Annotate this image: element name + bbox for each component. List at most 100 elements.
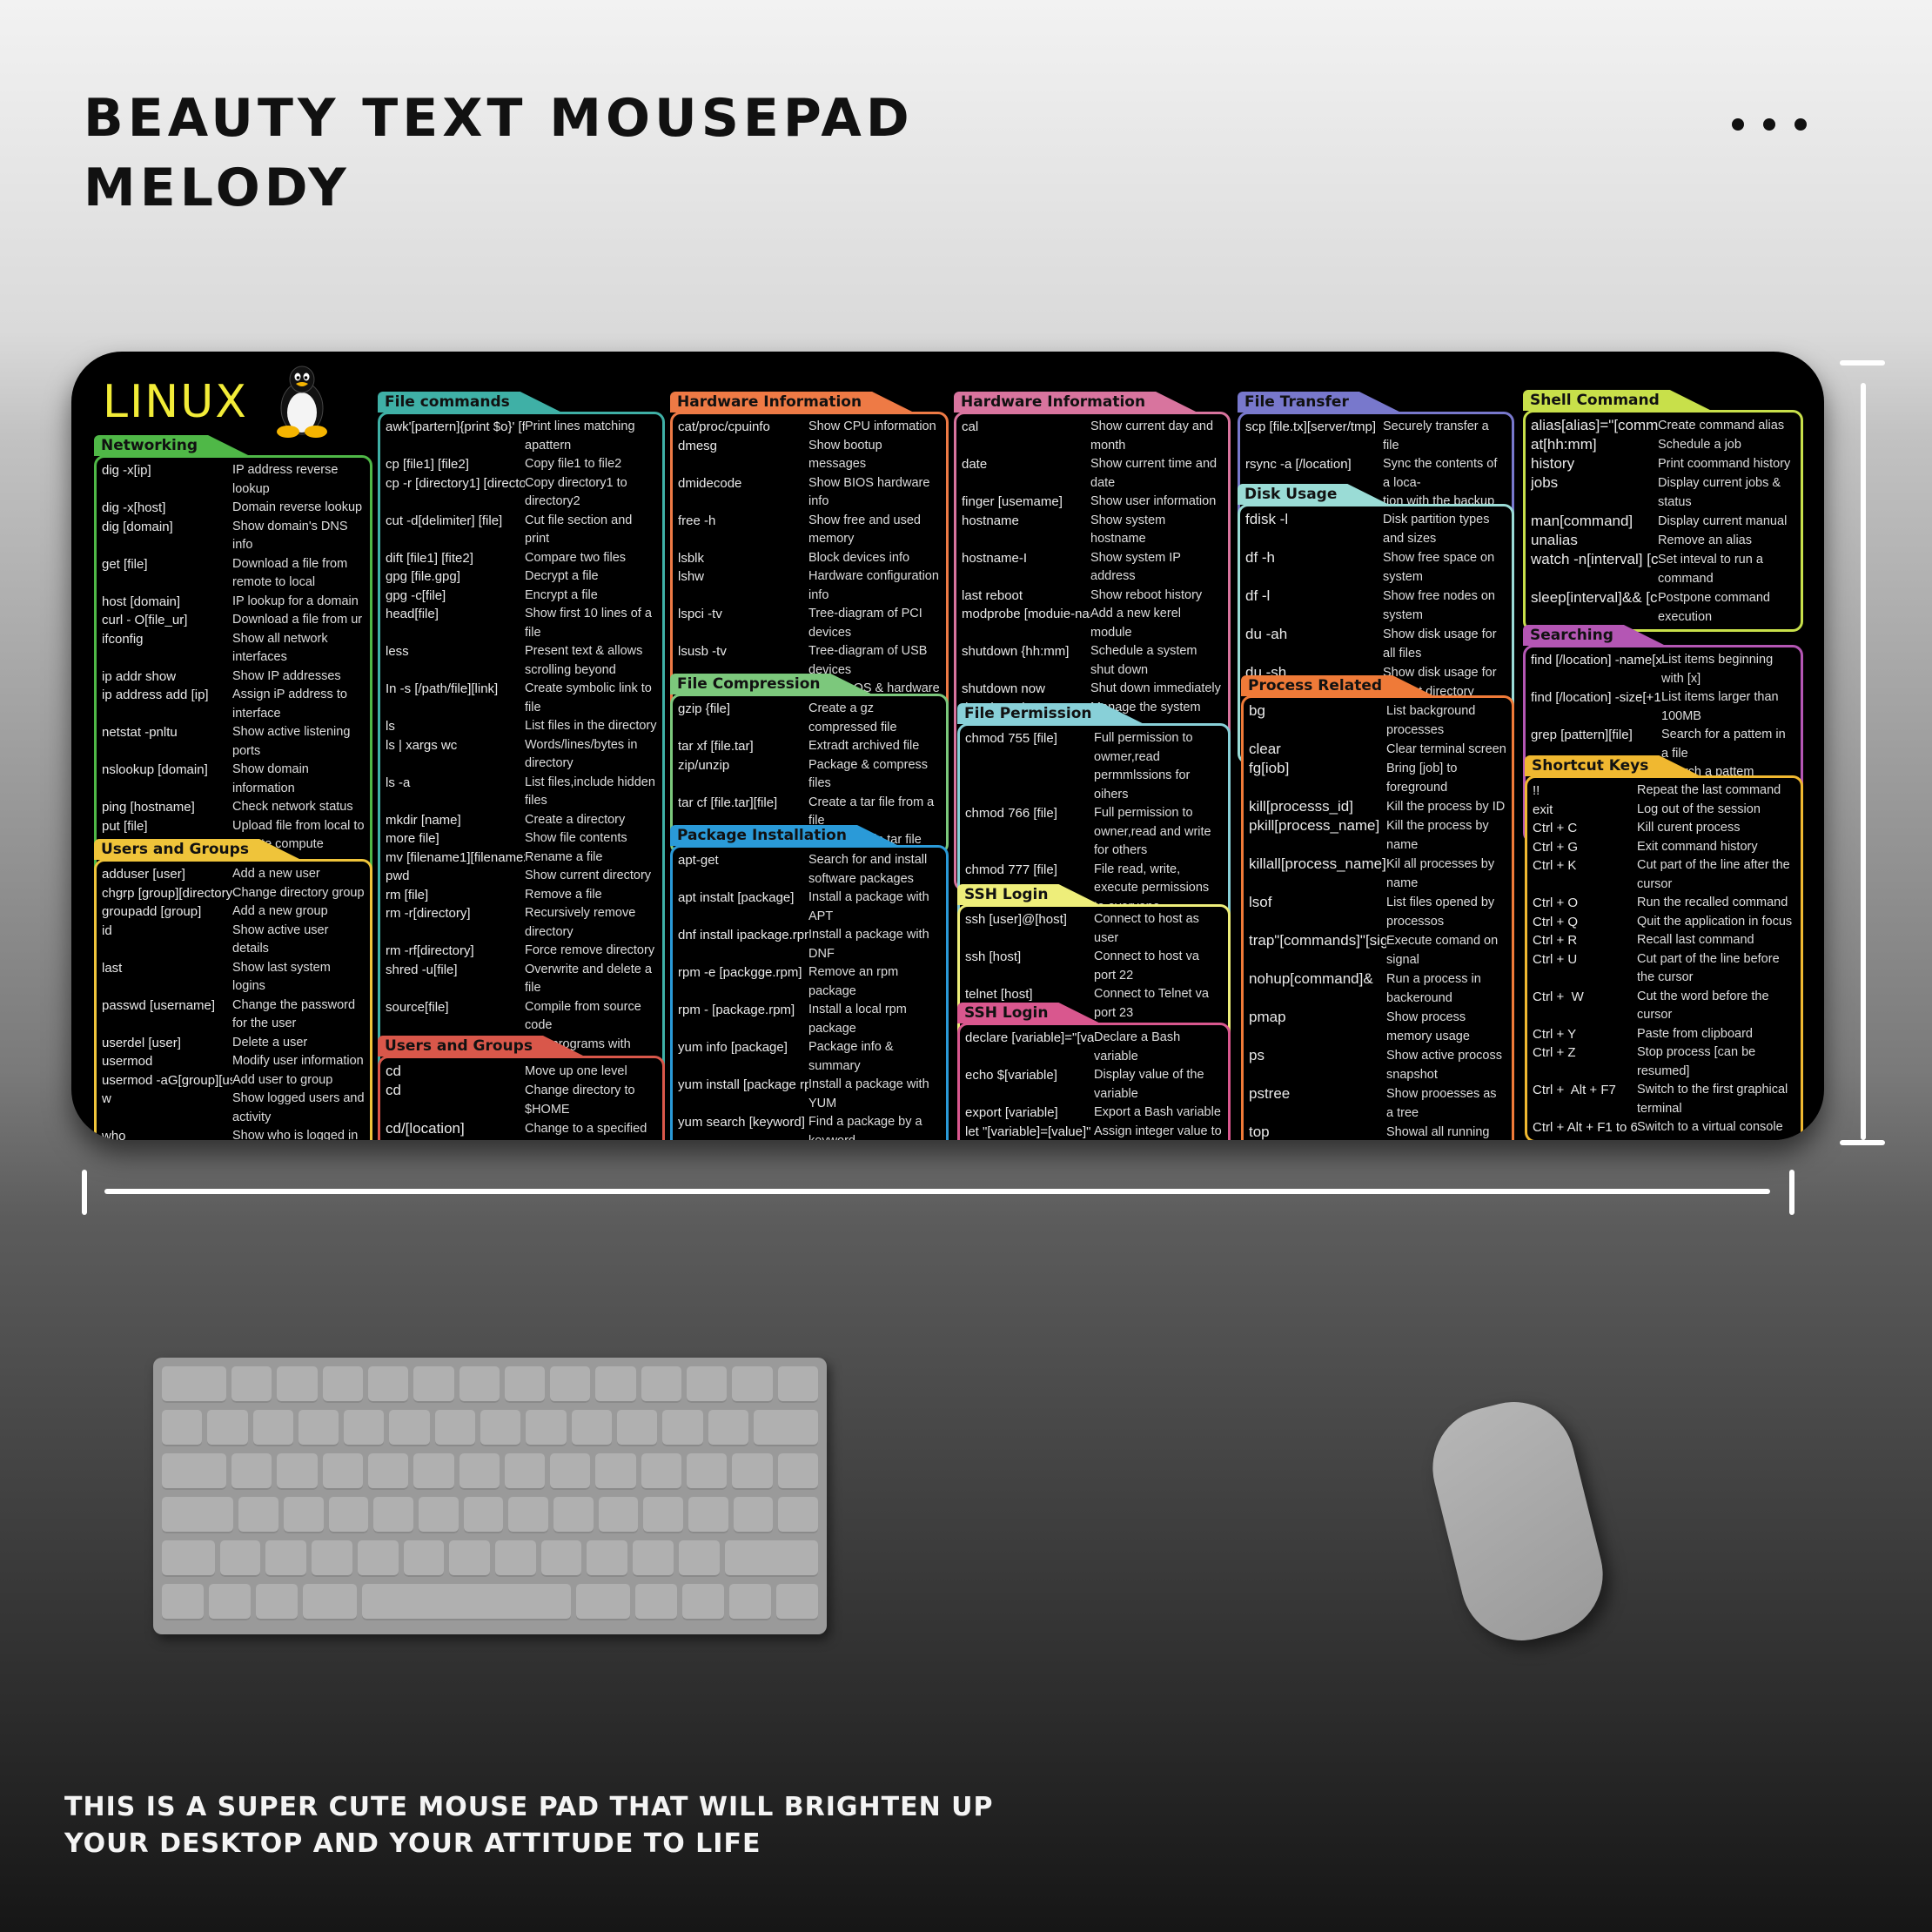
command-row: netstat -pnltu Show active listening port… <box>102 723 365 761</box>
command-text: who <box>102 1129 126 1140</box>
command-row: ip address add [ip] Assign iP address to … <box>102 686 365 723</box>
command-row: sleep[interval]&& [command]Postpone comm… <box>1531 588 1795 627</box>
command-text: gpg -c[file] <box>386 587 446 603</box>
command-text: curl - O[file_ur] <box>102 613 188 627</box>
keyboard-key <box>641 1453 682 1490</box>
command-text: find [/location] -size[+100M] <box>1531 690 1661 705</box>
section-box: awk'[partern]{print $o}' [fie] Print line… <box>378 412 665 1140</box>
command-row: id Show active user details <box>102 922 365 959</box>
command-text: rpm - [package.rpm] <box>678 1003 795 1017</box>
command-text: export [variable] <box>965 1105 1058 1120</box>
command-row: dig [domain] Show domain's DNS info <box>102 518 365 555</box>
keyboard-key <box>753 1410 818 1446</box>
command-row: fdisk -l Disk partition types and sizes <box>1245 510 1506 548</box>
command-text: trap"[commands]"[signal] <box>1249 932 1386 949</box>
command-description: Show active procoss snapshot <box>1386 1049 1502 1082</box>
width-dimension-tick-left <box>82 1170 87 1215</box>
command-row: let "[variable]=[value]" Assign integer v… <box>965 1123 1223 1141</box>
command-text: shutdown {hh:mm] <box>962 644 1070 659</box>
command-description: Shut down immediately <box>1090 681 1221 695</box>
command-text: jobs <box>1531 474 1559 491</box>
command-description: Find a package by a keyword <box>808 1115 922 1140</box>
command-description: Display current jobs & status <box>1658 476 1781 509</box>
keyboard-key <box>480 1410 521 1446</box>
command-text: Ctrl + C <box>1533 821 1578 835</box>
command-description: Disk partition types and sizes <box>1383 513 1490 546</box>
keyboard-key <box>357 1540 399 1577</box>
command-row: last Show last system logins <box>102 959 365 996</box>
section-shortcut-keys: Shortcut Keys!! Repeat the last command ex… <box>1525 755 1803 1140</box>
command-description: Recursively remove directory <box>525 906 636 939</box>
command-text: pwd <box>386 869 410 883</box>
command-row: exit Log out of the session <box>1533 801 1795 820</box>
keyboard-key <box>575 1584 631 1620</box>
command-description: Tree-diagram of PCI devices <box>808 607 922 640</box>
command-description: Cut part of the line after the cursor <box>1637 858 1790 891</box>
command-row: pmap Show process memory usage <box>1249 1008 1506 1046</box>
keyboard-key <box>553 1497 594 1533</box>
command-row: less Present text & allows scrolling beyo… <box>386 642 657 680</box>
command-row: ping [hostname] Check network status <box>102 798 365 817</box>
keyboard-key <box>252 1410 293 1446</box>
keyboard-key <box>283 1497 324 1533</box>
command-text: passwd [username] <box>102 997 216 1013</box>
command-description: Print lines matching apattern <box>525 419 635 453</box>
command-row: curl - O[file_ur] Download a file from ur <box>102 611 365 630</box>
command-description: Rename a file <box>525 849 603 864</box>
command-row: head[file] Show first 10 lines of a file <box>386 605 657 642</box>
command-text: dnf install ipackage.rpm] <box>678 928 808 943</box>
command-row: apt-get Search for and install software p… <box>678 851 941 889</box>
command-row: gpg [file.gpg] Decrypt a file <box>386 567 657 587</box>
keyboard-key <box>373 1497 413 1533</box>
command-row: shutdown {hh:mm] Schedule a system shut d… <box>962 642 1223 680</box>
keyboard-key <box>367 1366 409 1403</box>
command-description: Cut part of the line before the cursor <box>1637 951 1780 985</box>
command-description: Show active listening ports <box>232 725 351 758</box>
command-text: pkill[process_name] <box>1249 817 1380 834</box>
section-title: File Compression <box>670 674 873 694</box>
command-description: Remove a file <box>525 887 602 902</box>
more-options-icon[interactable] <box>1732 118 1807 131</box>
command-description: Print coommand history <box>1658 457 1791 471</box>
section-title: File commands <box>378 392 562 413</box>
command-text: mv [filename1][filename2] <box>386 849 525 865</box>
width-dimension-line <box>104 1189 1770 1194</box>
command-description: Kil all processes by name <box>1386 857 1495 890</box>
command-description: Display current manual <box>1658 514 1788 528</box>
command-text: Ctrl + O <box>1533 896 1579 910</box>
keyboard-key <box>641 1366 682 1403</box>
command-text: shutdown now <box>962 681 1045 696</box>
command-description: Run the recalled command <box>1637 896 1788 909</box>
command-text: dig [domain] <box>102 519 173 534</box>
command-description: Kill the process by name <box>1386 819 1489 852</box>
keyboard-key <box>362 1584 571 1620</box>
command-text: dmidecode <box>678 475 742 491</box>
keyboard-key <box>238 1497 278 1533</box>
command-text: shred -u[file] <box>386 962 458 977</box>
command-text: ssh [user]@[host] <box>965 912 1067 927</box>
command-row: df -l Show free nodes on system <box>1245 587 1506 625</box>
command-description: Change directory to $HOME <box>525 1083 635 1117</box>
command-text: userdel [user] <box>102 1035 181 1050</box>
command-description: Show active user details <box>232 922 329 956</box>
command-row: Ctrl + Y Paste from clipboard <box>1533 1025 1795 1044</box>
command-text: chgrp [group][directory] <box>102 885 232 901</box>
command-row: passwd [username] Change the password for… <box>102 996 365 1034</box>
command-description: Show free nodes on system <box>1383 589 1495 622</box>
command-text: free -h <box>678 513 716 528</box>
command-description: Create command alias <box>1658 419 1785 433</box>
command-text: watch -n[interval] [command] <box>1531 551 1658 567</box>
keyboard-key <box>777 1366 818 1403</box>
keyboard-key <box>732 1366 773 1403</box>
command-text: groupadd [group] <box>102 904 202 919</box>
command-row: get [file] Download a file from remote to… <box>102 555 365 593</box>
command-description: Show IP addresses <box>232 668 341 683</box>
keyboard-key <box>219 1540 261 1577</box>
command-text: fg[iob] <box>1249 760 1290 776</box>
command-text: Ctrl + Q <box>1533 914 1579 929</box>
command-description: Connect to host va port 22 <box>1094 949 1199 983</box>
command-description: Show process memory usage <box>1386 1010 1470 1043</box>
command-row: zip/unzip Package & compress files <box>678 756 941 794</box>
keyboard-key <box>776 1584 818 1620</box>
command-text: chmod 755 [file] <box>965 731 1057 746</box>
